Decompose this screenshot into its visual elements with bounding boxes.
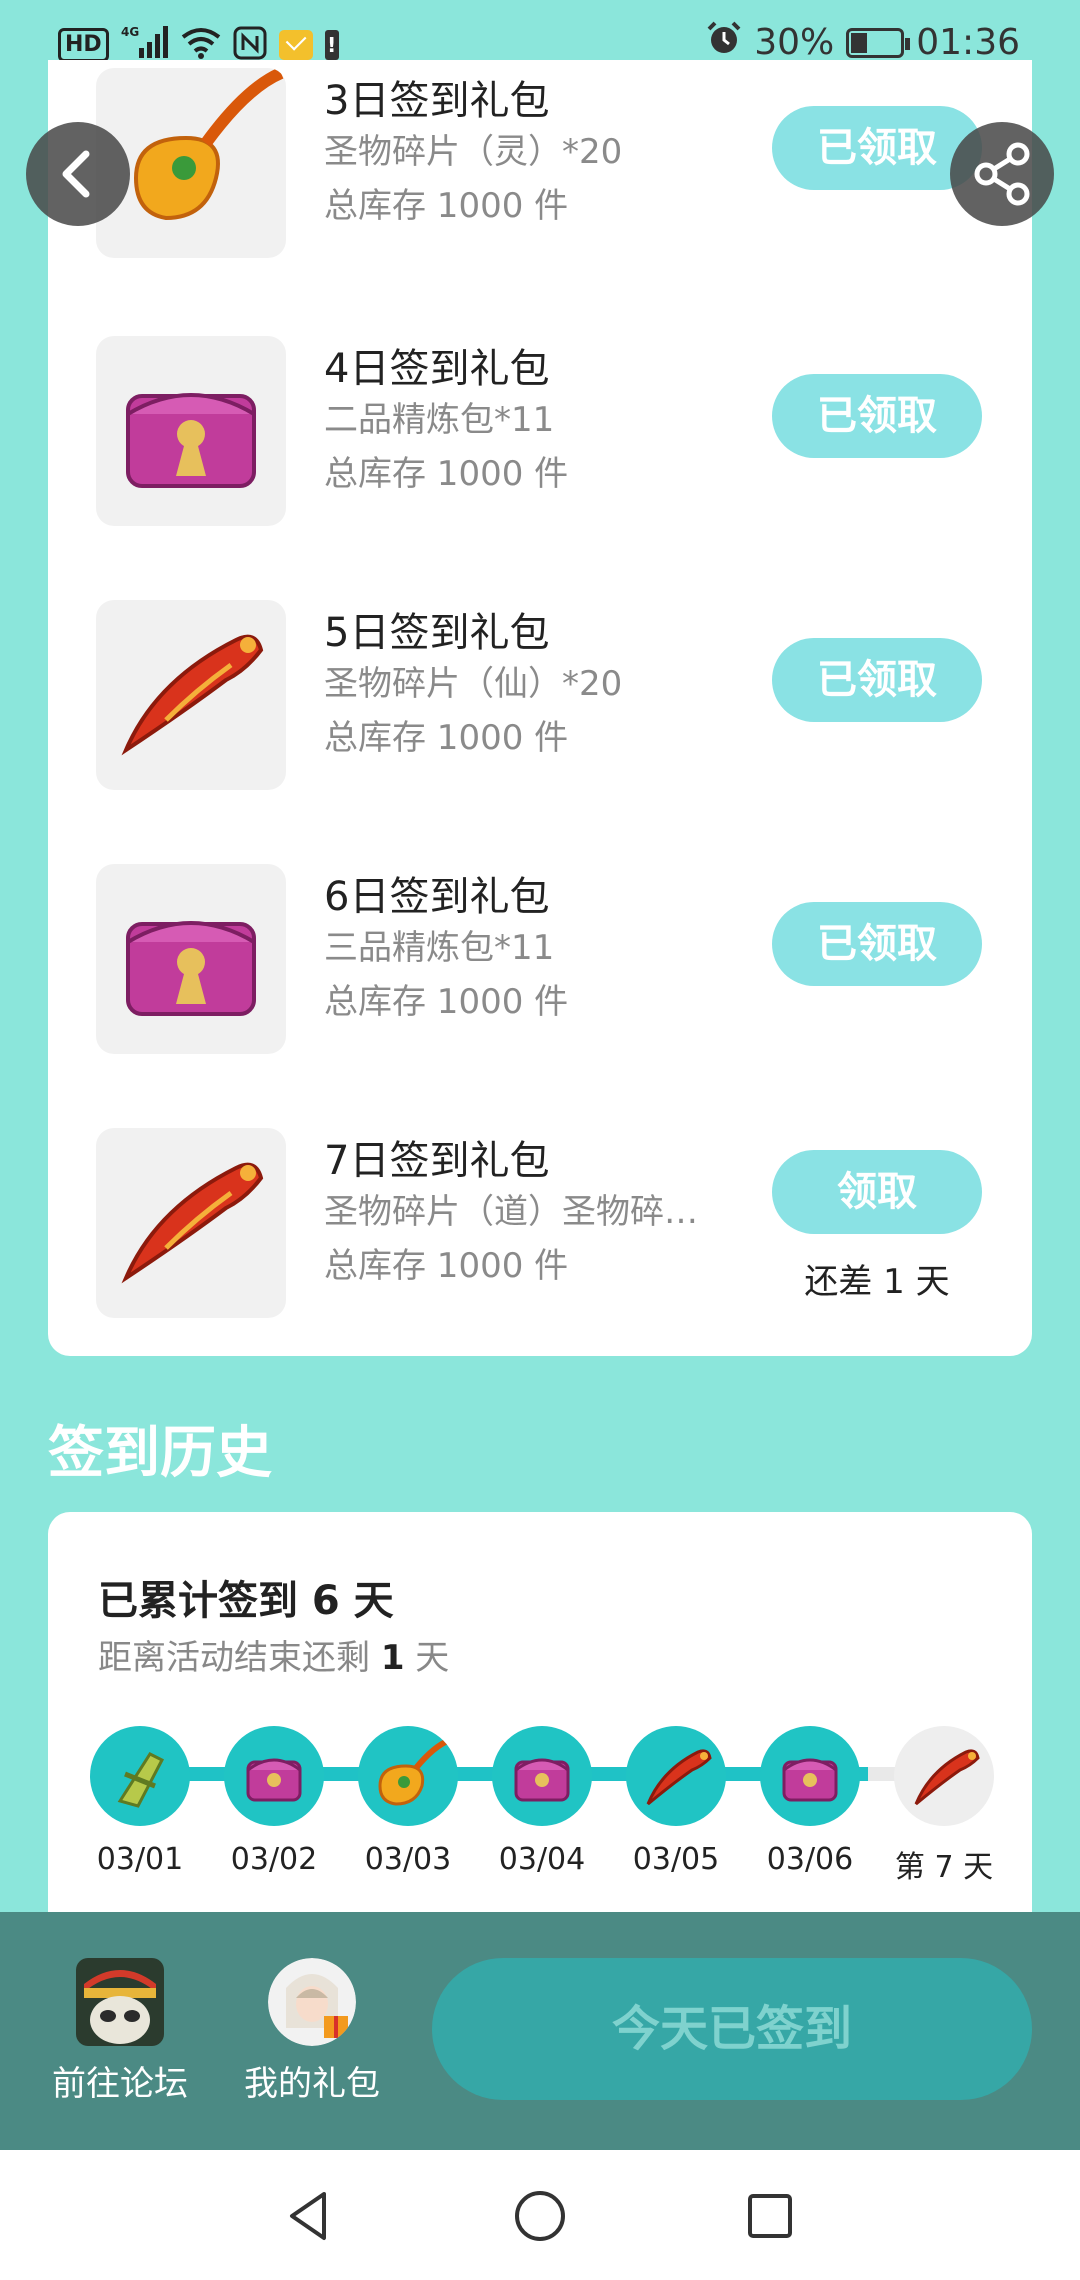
red-fragment-icon [894,1726,994,1826]
treasure-chest-icon [492,1726,592,1826]
battery-icon [846,27,911,58]
day-label: 03/06 [766,1842,854,1877]
day-label: 第 7 天 [894,1850,994,1885]
share-icon [974,142,1030,206]
gift-stock: 总库存 1000 件 [324,186,569,226]
claimed-button[interactable]: 已领取 [772,902,982,986]
bottom-action-bar: 前往论坛 我的礼包 今天已签到 [0,1912,1080,2150]
system-navigation-bar [0,2150,1080,2280]
claimed-button[interactable]: 已领取 [772,374,982,458]
claimed-button[interactable]: 已领取 [772,638,982,722]
day-label: 03/04 [498,1842,586,1877]
history-heading: 签到历史 [48,1421,272,1486]
gift-row-day7: 7日签到礼包 圣物碎片（道）圣物碎… 总库存 1000 件 领取 还差 1 天 [48,1128,1032,1328]
signal-icon: 4G [121,24,169,65]
gift-stock: 总库存 1000 件 [324,718,569,758]
svg-text:4G: 4G [121,25,139,39]
gift-stock: 总库存 1000 件 [324,982,569,1022]
triangle-back-icon [290,2192,326,2240]
gift-item: 二品精炼包*11 [324,400,555,440]
total-checkin-days: 已累计签到 6 天 [98,1578,394,1624]
red-fragment-icon [96,1128,286,1318]
battery-percent: 30% [754,22,835,63]
forum-label: 前往论坛 [52,2064,188,2104]
my-gifts-label: 我的礼包 [244,2064,380,2104]
day-label: 03/05 [632,1842,720,1877]
gift-row-day3: 3日签到礼包 圣物碎片（灵）*20 总库存 1000 件 已领取 [48,68,1032,268]
clock-time: 01:36 [916,22,1020,63]
alarm-icon [706,20,742,65]
gift-title: 3日签到礼包 [324,78,550,124]
status-icons-left: HD 4G ! [58,24,339,65]
history-card: 已累计签到 6 天 距离活动结束还剩 1 天 03/01 03/02 03/03… [48,1512,1032,1912]
red-fragment-icon [96,600,286,790]
chevron-left-icon [62,150,90,198]
gift-stock: 总库存 1000 件 [324,454,569,494]
alert-notification-icon: ! [324,29,339,60]
hd-badge: HD [58,27,109,62]
gift-item: 圣物碎片（灵）*20 [324,132,623,172]
treasure-chest-icon [96,864,286,1054]
nav-home-button[interactable] [510,2186,570,2246]
gift-row-day4: 4日签到礼包 二品精炼包*11 总库存 1000 件 已领取 [48,336,1032,536]
wifi-icon [181,27,221,63]
gift-list-card: 3日签到礼包 圣物碎片（灵）*20 总库存 1000 件 已领取 4日签到礼包 … [48,60,1032,1356]
gift-item: 三品精炼包*11 [324,928,555,968]
treasure-chest-icon [224,1726,324,1826]
remain-value: 1 [380,1638,405,1678]
red-fragment-icon [626,1726,726,1826]
gift-title: 7日签到礼包 [324,1138,550,1184]
gift-stock: 总库存 1000 件 [324,1246,569,1286]
share-button[interactable] [950,122,1054,226]
my-gifts-link[interactable]: 我的礼包 [232,1958,392,2105]
days-remaining-note: 还差 1 天 [804,1262,950,1302]
gift-title: 5日签到礼包 [324,610,550,656]
gift-row-day5: 5日签到礼包 圣物碎片（仙）*20 总库存 1000 件 已领取 [48,600,1032,800]
circle-home-icon [515,2191,565,2241]
gift-item: 圣物碎片（道）圣物碎… [324,1192,698,1232]
status-icons-right: 30% 01:36 [706,20,1020,65]
golden-amulet-icon [358,1726,458,1826]
gift-title: 4日签到礼包 [324,346,550,392]
mail-notification-icon [278,29,313,60]
day-label: 03/02 [230,1842,318,1877]
gift-item: 圣物碎片（仙）*20 [324,664,623,704]
nav-back-button[interactable] [280,2186,340,2246]
remain-suffix: 天 [404,1638,450,1678]
green-blade-icon [90,1726,190,1826]
gift-title: 6日签到礼包 [324,874,550,920]
square-recents-icon [748,2194,792,2238]
treasure-chest-icon [96,336,286,526]
day-label: 03/01 [96,1842,184,1877]
checked-in-today-button[interactable]: 今天已签到 [432,1958,1032,2100]
day-label: 03/03 [364,1842,452,1877]
nav-recents-button[interactable] [740,2186,800,2246]
gift-row-day6: 6日签到礼包 三品精炼包*11 总库存 1000 件 已领取 [48,864,1032,1064]
days-remaining-text: 距离活动结束还剩 1 天 [98,1630,449,1679]
treasure-chest-icon [760,1726,860,1826]
nfc-icon [233,26,267,64]
forum-avatar-icon [76,1958,164,2046]
forum-link[interactable]: 前往论坛 [40,1958,200,2105]
back-button[interactable] [26,122,130,226]
my-gifts-avatar-icon [268,1958,356,2046]
remain-prefix: 距离活动结束还剩 [98,1638,381,1678]
claim-button[interactable]: 领取 [772,1150,982,1234]
